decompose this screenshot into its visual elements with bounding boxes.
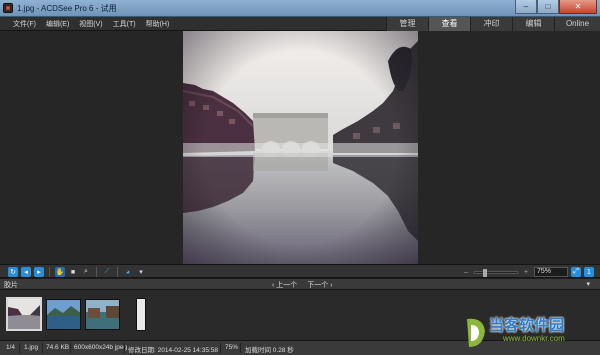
- fit-window-icon[interactable]: ⤢: [571, 267, 581, 277]
- main-menu: 文件(F) 编辑(E) 视图(V) 工具(T) 帮助(H): [8, 17, 174, 31]
- zoom-slider[interactable]: [474, 268, 518, 277]
- status-modified: 修改日期: 2014-02-25 14:35:58: [128, 347, 218, 354]
- next-arrow-icon: ›: [328, 282, 333, 289]
- status-divider: [70, 343, 71, 353]
- filmstrip-header: 胶片 ‹ 上一个 下一个 › ▾: [0, 279, 600, 290]
- status-filesize: 74.6 KB: [46, 344, 70, 351]
- measure-tool-icon[interactable]: ⟋: [102, 267, 112, 277]
- tab-manage[interactable]: 管理: [386, 17, 428, 31]
- status-zoom: 75%: [225, 344, 239, 351]
- select-tool-icon[interactable]: ■: [68, 267, 78, 277]
- thumbnail-1[interactable]: [6, 297, 42, 331]
- zoom-in-icon[interactable]: +: [521, 267, 531, 277]
- toolbar-divider: [96, 267, 97, 277]
- thumbnail-3-image: [86, 300, 119, 329]
- tab-online[interactable]: Online: [554, 17, 600, 31]
- hand-tool-icon[interactable]: ✋: [55, 267, 65, 277]
- menu-file[interactable]: 文件(F): [8, 17, 41, 31]
- zoom-slider-handle[interactable]: [483, 268, 487, 277]
- maximize-button[interactable]: □: [537, 0, 559, 14]
- site-watermark: 当客软件园 www.downkr.com: [465, 313, 597, 355]
- tab-edit[interactable]: 编辑: [512, 17, 554, 31]
- next-label: 下一个: [307, 282, 329, 289]
- thumbnail-3[interactable]: [85, 299, 120, 330]
- image-viewer[interactable]: [0, 31, 600, 264]
- thumbnail-1-image: [8, 299, 40, 329]
- zoom-out-icon[interactable]: –: [461, 267, 471, 277]
- status-divider: [19, 343, 20, 353]
- toolbar-divider: [49, 267, 50, 277]
- filmstrip-label: 胶片: [4, 282, 18, 289]
- filmstrip-nav: ‹ 上一个 下一个 ›: [272, 280, 333, 290]
- minimize-button[interactable]: –: [515, 0, 537, 14]
- window-controls: – □ ✕: [515, 0, 597, 14]
- title-bar: 1.jpg - ACDSee Pro 6 - 试用 – □ ✕: [0, 0, 600, 17]
- menu-view[interactable]: 视图(V): [74, 17, 107, 31]
- rotate-icon[interactable]: ↻: [8, 267, 18, 277]
- menu-tools[interactable]: 工具(T): [108, 17, 141, 31]
- photo-display[interactable]: [183, 31, 418, 264]
- status-dimensions: 600x600x24b jpeg: [74, 344, 128, 351]
- window-title: 1.jpg - ACDSee Pro 6 - 试用: [17, 4, 117, 13]
- status-divider: [240, 343, 241, 353]
- viewer-toolbar: ↻ ◂ ▸ ✋ ■ ⌕ ⟋ ◕ ▾ – + 75% ⤢ 1: [0, 264, 600, 278]
- collapse-filmstrip-icon[interactable]: ▾: [586, 280, 590, 288]
- toolbar-divider: [117, 267, 118, 277]
- menu-help[interactable]: 帮助(H): [141, 17, 175, 31]
- tab-develop[interactable]: 冲印: [470, 17, 512, 31]
- actual-size-icon[interactable]: 1: [584, 267, 594, 277]
- next-button[interactable]: 下一个 ›: [307, 280, 332, 290]
- zoom-tool-icon[interactable]: ⌕: [81, 267, 91, 277]
- status-divider: [220, 343, 221, 353]
- toolbar-left-group: ↻ ◂ ▸ ✋ ■ ⌕ ⟋ ◕ ▾: [8, 267, 146, 277]
- previous-button[interactable]: ‹ 上一个: [272, 280, 297, 290]
- status-filename: 1.jpg: [24, 344, 39, 351]
- menu-edit[interactable]: 编辑(E): [41, 17, 74, 31]
- watermark-text: 当客软件园: [489, 317, 565, 334]
- next-image-icon[interactable]: ▸: [34, 267, 44, 277]
- thumbnail-2-image: [47, 300, 80, 329]
- watermark-url: www.downkr.com: [503, 334, 565, 343]
- thumbnail-4[interactable]: [136, 298, 146, 331]
- status-divider: [42, 343, 43, 353]
- tab-view[interactable]: 查看: [428, 17, 470, 31]
- previous-label: 上一个: [276, 282, 298, 289]
- thumbnail-2[interactable]: [46, 299, 81, 330]
- app-icon[interactable]: [3, 3, 13, 13]
- zoom-level-select[interactable]: 75%: [534, 267, 568, 277]
- watermark-logo-icon: [467, 318, 485, 347]
- color-icon[interactable]: ◕: [123, 267, 133, 277]
- mode-tabs: 管理 查看 冲印 编辑 Online: [386, 17, 600, 31]
- more-icon[interactable]: ▾: [136, 267, 146, 277]
- zoom-controls: – + 75% ⤢ 1: [461, 267, 594, 277]
- previous-image-icon[interactable]: ◂: [21, 267, 31, 277]
- status-divider: [124, 343, 125, 353]
- status-load-time: 加载时间 0.28 秒: [245, 347, 294, 354]
- menu-bar: 文件(F) 编辑(E) 视图(V) 工具(T) 帮助(H) 管理 查看 冲印 编…: [0, 17, 600, 31]
- close-button[interactable]: ✕: [559, 0, 597, 14]
- river-town-photo: [183, 31, 418, 264]
- status-position: 1/4: [6, 344, 16, 351]
